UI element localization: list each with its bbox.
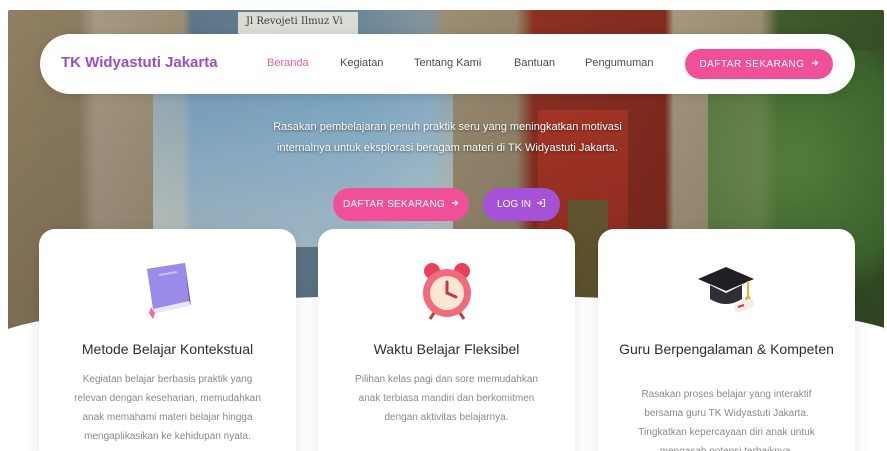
brand-logo[interactable]: TK Widyastuti Jakarta (61, 54, 218, 71)
alarm-clock-icon (412, 255, 482, 325)
card-description: Rasakan proses belajar yang interaktif b… (638, 389, 815, 451)
card-title: Guru Berpengalaman & Kompeten (619, 341, 834, 357)
school-sign: Jl Revojeti Ilmuz Vi (238, 12, 358, 34)
login-icon (536, 198, 546, 211)
school-sign-text: Jl Revojeti Ilmuz Vi (246, 16, 343, 27)
arrow-right-icon (451, 199, 459, 210)
card-title: Waktu Belajar Fleksibel (373, 341, 520, 357)
daftar-sekarang-hero-button[interactable]: DAFTAR SEKARANG (333, 188, 469, 221)
daftar-sekarang-hero-label: DAFTAR SEKARANG (342, 199, 446, 210)
graduation-cap-icon (692, 255, 762, 325)
book-icon (133, 255, 203, 325)
daftar-sekarang-nav-label: DAFTAR SEKARANG (699, 58, 805, 70)
hero-description: Rasakan pembelajaran penuh praktik seru … (273, 121, 622, 154)
nav-tentang-kami[interactable]: Tentang Kami (414, 57, 481, 69)
nav-kegiatan[interactable]: Kegiatan (340, 57, 383, 69)
login-label: LOG IN (497, 199, 531, 210)
feature-card-fleksibel: Waktu Belajar Fleksibel Pilihan kelas pa… (318, 229, 575, 451)
card-description: Kegiatan belajar berbasis praktik yang r… (74, 374, 261, 442)
nav-bantuan[interactable]: Bantuan (514, 57, 555, 69)
feature-card-kontekstual: Metode Belajar Kontekstual Kegiatan bela… (39, 229, 296, 451)
nav-beranda[interactable]: Beranda (267, 57, 309, 69)
navbar: TK Widyastuti Jakarta Beranda Kegiatan T… (40, 34, 855, 94)
login-button[interactable]: LOG IN (483, 188, 560, 221)
card-title: Metode Belajar Kontekstual (81, 341, 254, 357)
nav-pengumuman[interactable]: Pengumuman (585, 57, 654, 69)
arrow-right-icon (811, 59, 819, 70)
feature-card-guru: Guru Berpengalaman & Kompeten Rasakan pr… (598, 229, 855, 451)
card-description: Pilihan kelas pagi dan sore memudahkan a… (355, 374, 538, 423)
daftar-sekarang-nav-button[interactable]: DAFTAR SEKARANG (685, 49, 833, 79)
